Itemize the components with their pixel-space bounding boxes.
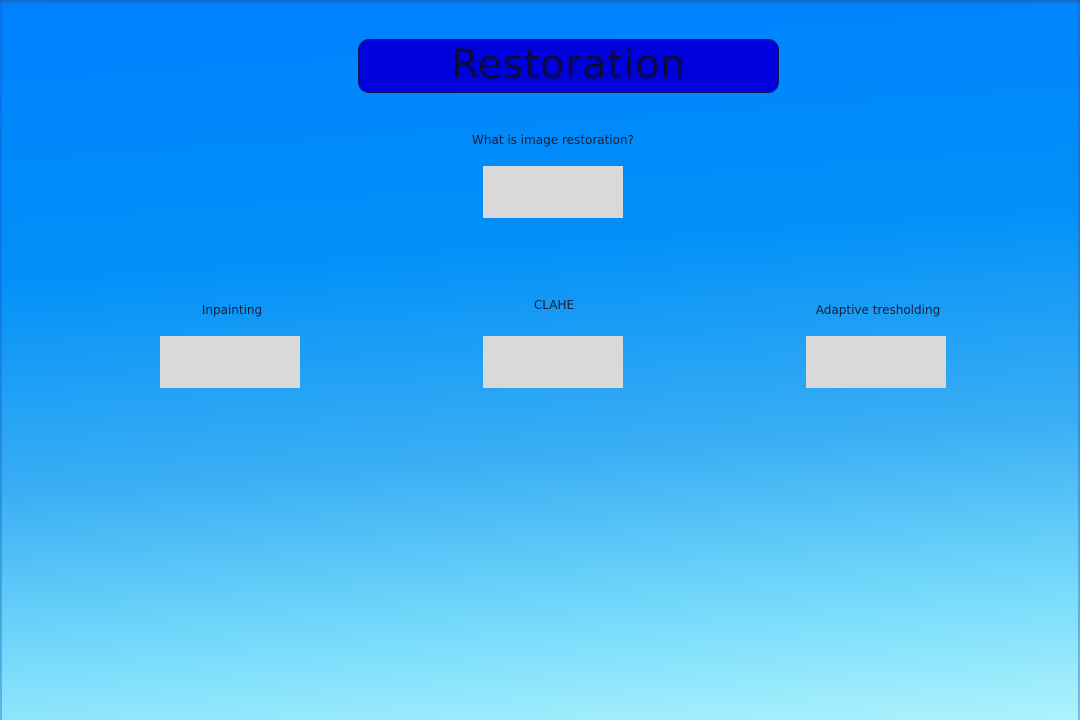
page-title: Restoration — [451, 41, 686, 88]
title-banner: Restoration — [358, 39, 779, 93]
inpainting-button[interactable] — [160, 336, 300, 388]
adaptive-thresholding-label: Adaptive tresholding — [815, 303, 941, 317]
clahe-button[interactable] — [483, 336, 623, 388]
adaptive-thresholding-button[interactable] — [806, 336, 946, 388]
left-edge — [0, 0, 2, 720]
top-edge — [0, 0, 1080, 4]
inpainting-label: Inpainting — [201, 303, 263, 317]
intro-button[interactable] — [483, 166, 623, 218]
intro-question-label: What is image restoration? — [472, 133, 634, 147]
clahe-label: CLAHE — [533, 298, 575, 312]
